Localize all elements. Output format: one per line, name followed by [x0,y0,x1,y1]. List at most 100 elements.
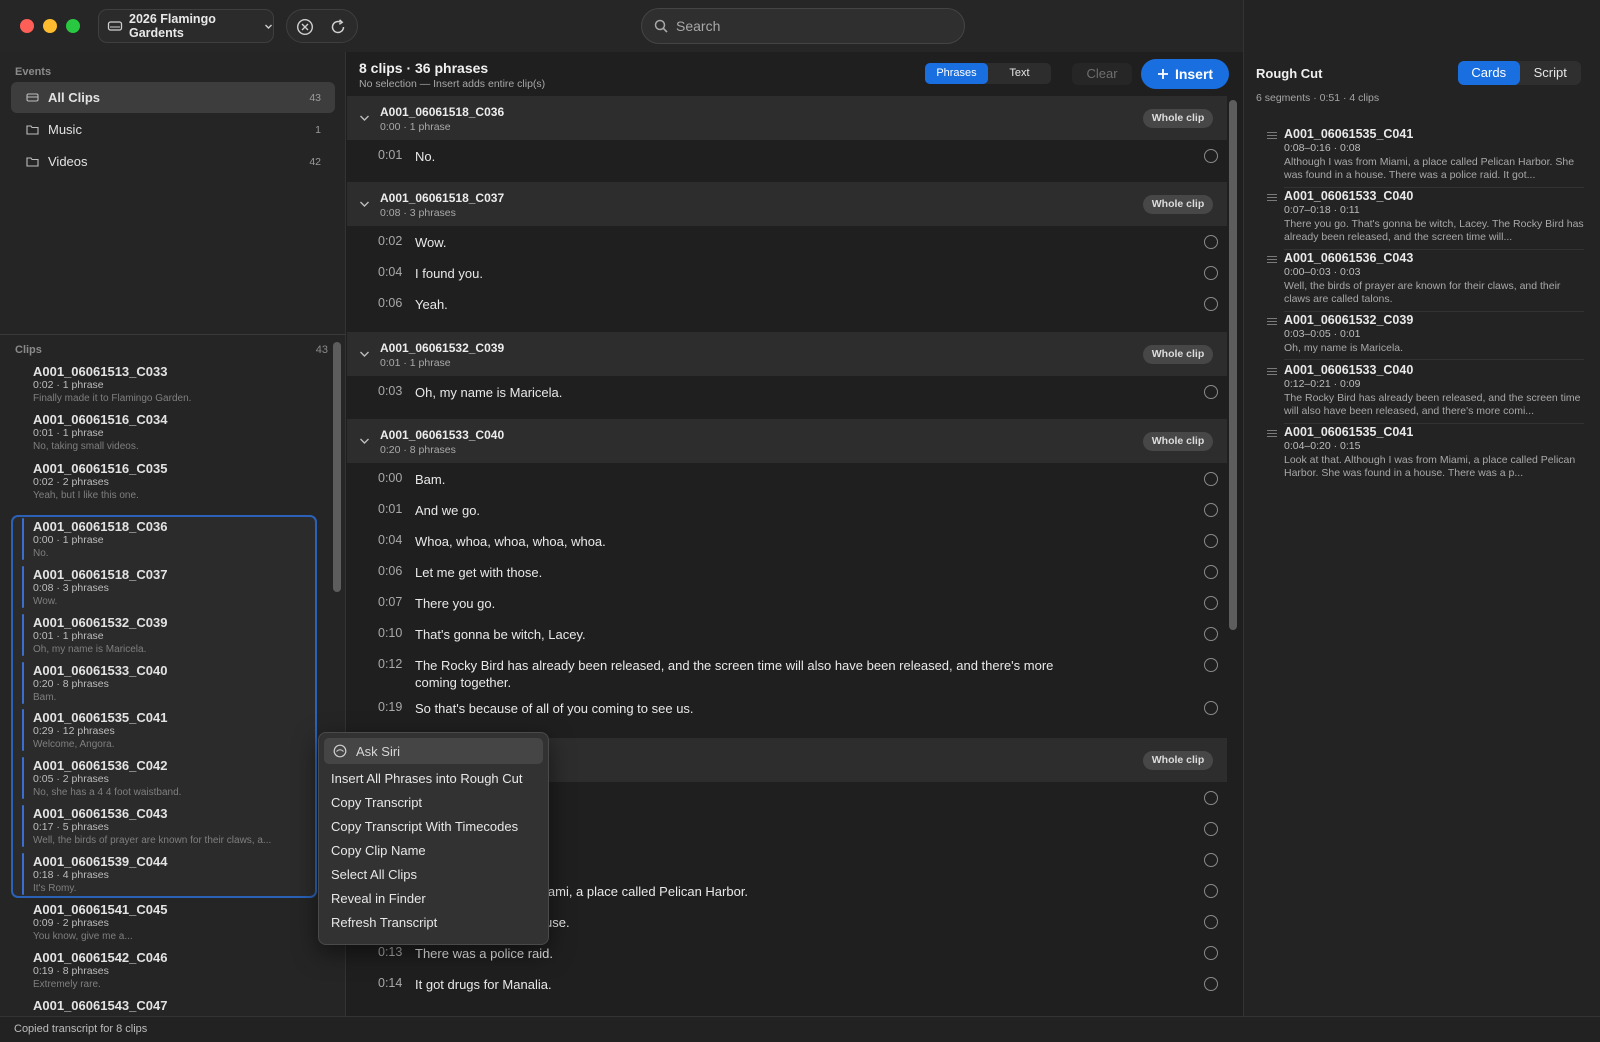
rough-cut-card[interactable]: A001_06061536_C043 0:00–0:03 · 0:03 Well… [1244,251,1589,313]
drag-handle-icon[interactable] [1267,256,1277,265]
phrase-select-radio[interactable] [1204,627,1218,641]
clip-row[interactable]: A001_06061513_C033 0:02 · 1 phrase Final… [33,364,323,412]
sidebar: Events All Clips 43 Music 1 Videos 42 Cl… [0,52,346,1016]
rough-cut-card[interactable]: A001_06061532_C039 0:03–0:05 · 0:01 Oh, … [1244,313,1589,361]
whole-clip-button[interactable]: Whole clip [1143,195,1213,214]
phrase-select-radio[interactable] [1204,297,1218,311]
clip-group-header[interactable]: A001_06061533_C040 0:20 · 8 phrases Whol… [347,419,1227,463]
events-section-title: Events [15,66,52,78]
clips-section-title: Clips [15,344,42,356]
phrase-select-radio[interactable] [1204,472,1218,486]
phrase-select-radio[interactable] [1204,701,1218,715]
drag-handle-icon[interactable] [1267,368,1277,377]
phrase-select-radio[interactable] [1204,822,1218,836]
phrase-select-radio[interactable] [1204,565,1218,579]
cancel-circle-icon[interactable] [296,18,314,36]
tab-text[interactable]: Text [988,63,1051,84]
rough-cut-card[interactable]: A001_06061535_C041 0:04–0:20 · 0:15 Look… [1244,425,1589,487]
phrase-timecode: 0:07 [378,595,403,609]
phrase-select-radio[interactable] [1204,658,1218,672]
tab-phrases[interactable]: Phrases [925,63,988,84]
rough-cut-card[interactable]: A001_06061533_C040 0:12–0:21 · 0:09 The … [1244,363,1589,425]
clear-button[interactable]: Clear [1072,63,1132,85]
ask-siri-label: Ask Siri [356,743,401,759]
drag-handle-icon[interactable] [1267,194,1277,203]
insert-button[interactable]: Insert [1141,59,1229,89]
clip-row[interactable]: A001_06061542_C046 0:19 · 8 phrases Extr… [33,950,323,998]
ask-siri-item[interactable]: Ask Siri [324,738,543,764]
clip-row-selected[interactable]: A001_06061535_C041 0:29 · 12 phrases Wel… [33,710,323,758]
chevron-down-icon[interactable] [359,349,370,359]
clip-row-selected[interactable]: A001_06061532_C039 0:01 · 1 phrase Oh, m… [33,615,323,663]
menu-item-refresh-transcript[interactable]: Refresh Transcript [331,915,437,930]
event-count: 1 [315,123,321,136]
clip-row-selected[interactable]: A001_06061518_C036 0:00 · 1 phrase No. [33,519,323,567]
library-picker[interactable]: 2026 Flamingo Gardents [98,9,274,43]
menu-item-copy-transcript[interactable]: Copy Transcript [331,795,422,810]
drag-handle-icon[interactable] [1267,318,1277,327]
chevron-down-icon[interactable] [359,199,370,209]
tab-cards[interactable]: Cards [1458,61,1520,85]
phrase-select-radio[interactable] [1204,977,1218,991]
phrase-select-radio[interactable] [1204,915,1218,929]
clip-row-selected[interactable]: A001_06061533_C040 0:20 · 8 phrases Bam. [33,663,323,711]
clip-meta: 0:08 · 3 phrases [33,582,109,594]
menu-item-reveal-in-finder[interactable]: Reveal in Finder [331,891,426,906]
card-clip-name: A001_06061533_C040 [1284,363,1414,377]
chevron-down-icon[interactable] [359,113,370,123]
search-field[interactable] [641,8,965,44]
search-input[interactable] [676,18,936,34]
whole-clip-button[interactable]: Whole clip [1143,109,1213,128]
tab-script[interactable]: Script [1520,61,1582,85]
phrase-select-radio[interactable] [1204,534,1218,548]
drag-handle-icon[interactable] [1267,430,1277,439]
clip-group-header[interactable]: A001_06061532_C039 0:01 · 1 phrase Whole… [347,332,1227,376]
menu-item-select-all-clips[interactable]: Select All Clips [331,867,417,882]
event-item-music[interactable]: Music 1 [11,114,335,145]
drag-handle-icon[interactable] [1267,132,1277,141]
clip-row-selected[interactable]: A001_06061539_C044 0:18 · 4 phrases It's… [33,854,323,902]
whole-clip-button[interactable]: Whole clip [1143,751,1213,770]
phrase-select-radio[interactable] [1204,266,1218,280]
clip-row[interactable]: A001_06061516_C034 0:01 · 1 phrase No, t… [33,412,323,460]
zoom-window-button[interactable] [66,19,80,33]
phrase-select-radio[interactable] [1204,884,1218,898]
clip-meta: 0:05 · 2 phrases [33,773,109,785]
rough-cut-card[interactable]: A001_06061533_C040 0:07–0:18 · 0:11 Ther… [1244,189,1589,251]
transcript-scrollbar[interactable] [1229,100,1237,630]
clip-meta: 0:29 · 12 phrases [33,725,115,737]
minimize-window-button[interactable] [43,19,57,33]
card-clip-name: A001_06061533_C040 [1284,189,1414,203]
chevron-down-icon[interactable] [359,436,370,446]
phrase-timecode: 0:04 [378,533,403,547]
event-item-videos[interactable]: Videos 42 [11,146,335,177]
rough-cut-card[interactable]: A001_06061535_C041 0:08–0:16 · 0:08 Alth… [1244,127,1589,189]
menu-item-insert-all-phrases[interactable]: Insert All Phrases into Rough Cut [331,771,523,786]
phrase-select-radio[interactable] [1204,791,1218,805]
phrase-select-radio[interactable] [1204,149,1218,163]
refresh-icon[interactable] [329,18,347,36]
menu-item-copy-transcript-timecodes[interactable]: Copy Transcript With Timecodes [331,819,518,834]
menu-item-copy-clip-name[interactable]: Copy Clip Name [331,843,426,858]
phrase-select-radio[interactable] [1204,385,1218,399]
plus-icon [1157,69,1168,79]
phrase-select-radio[interactable] [1204,853,1218,867]
card-divider [1284,249,1584,250]
clip-row-selected[interactable]: A001_06061536_C042 0:05 · 2 phrases No, … [33,758,323,806]
phrase-select-radio[interactable] [1204,946,1218,960]
whole-clip-button[interactable]: Whole clip [1143,345,1213,364]
clip-row[interactable]: A001_06061516_C035 0:02 · 2 phrases Yeah… [33,461,323,509]
clip-row-selected[interactable]: A001_06061536_C043 0:17 · 5 phrases Well… [33,806,323,854]
phrase-select-radio[interactable] [1204,503,1218,517]
phrase-timecode: 0:10 [378,626,403,640]
clip-group-header[interactable]: A001_06061518_C037 0:08 · 3 phrases Whol… [347,182,1227,226]
clip-group-header[interactable]: A001_06061518_C036 0:00 · 1 phrase Whole… [347,96,1227,140]
phrase-select-radio[interactable] [1204,596,1218,610]
phrase-select-radio[interactable] [1204,235,1218,249]
whole-clip-button[interactable]: Whole clip [1143,432,1213,451]
clip-row-selected[interactable]: A001_06061518_C037 0:08 · 3 phrases Wow. [33,567,323,615]
sidebar-scrollbar[interactable] [333,342,341,592]
event-item-all-clips[interactable]: All Clips 43 [11,82,335,113]
close-window-button[interactable] [20,19,34,33]
clip-row[interactable]: A001_06061541_C045 0:09 · 2 phrases You … [33,902,323,950]
